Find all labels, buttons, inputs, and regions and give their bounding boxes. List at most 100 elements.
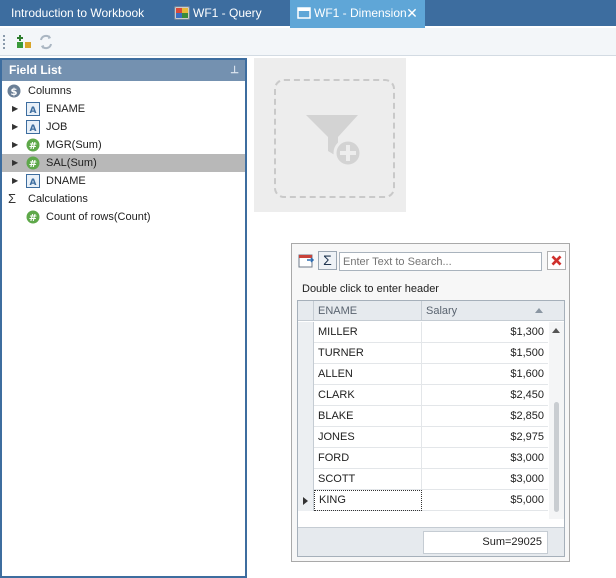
cell-ename[interactable]: MILLER: [314, 322, 422, 343]
table-row[interactable]: ALLEN $1,600: [298, 364, 548, 385]
expand-arrow-icon[interactable]: ▶: [12, 172, 18, 190]
table-row[interactable]: CLARK $2,450: [298, 385, 548, 406]
table-row[interactable]: BLAKE $2,850: [298, 406, 548, 427]
column-header-salary[interactable]: Salary: [422, 301, 548, 321]
sigma-icon: Σ: [8, 191, 17, 206]
number-field-icon: #: [26, 156, 40, 170]
tree-label: JOB: [46, 121, 68, 133]
field-item-mgr-sum[interactable]: ▶ # MGR(Sum): [2, 136, 245, 154]
export-icon[interactable]: [297, 251, 316, 270]
field-list-header: Field List ⊥: [2, 60, 245, 81]
tab-label: WF1 - Query: [193, 6, 262, 20]
svg-text:A: A: [30, 106, 37, 116]
cell-ename[interactable]: KING: [314, 490, 422, 511]
svg-text:#: #: [29, 213, 37, 224]
footer-summary-cell[interactable]: Sum=29025: [423, 531, 548, 554]
cell-salary[interactable]: $3,000: [422, 469, 548, 490]
current-row-pointer-icon: [303, 497, 308, 505]
field-list-panel: Field List ⊥ $ Columns ▶ A ENAME ▶ A JOB…: [0, 58, 247, 578]
filter-drop-card[interactable]: [254, 58, 406, 212]
table-row[interactable]: TURNER $1,500: [298, 343, 548, 364]
tree-group-columns[interactable]: $ Columns: [2, 82, 245, 100]
window-icon: [297, 7, 311, 19]
field-item-job[interactable]: ▶ A JOB: [2, 118, 245, 136]
column-header-ename[interactable]: ENAME: [314, 301, 422, 321]
row-indicator[interactable]: [298, 427, 314, 448]
table-row[interactable]: MILLER $1,300: [298, 322, 548, 343]
cell-ename[interactable]: SCOTT: [314, 469, 422, 490]
cell-salary[interactable]: $3,000: [422, 448, 548, 469]
cell-ename[interactable]: JONES: [314, 427, 422, 448]
cell-salary[interactable]: $5,000: [422, 490, 548, 511]
tree-label: SAL(Sum): [46, 157, 97, 169]
row-indicator[interactable]: [298, 490, 314, 511]
expand-arrow-icon[interactable]: ▶: [12, 136, 18, 154]
data-grid: ENAME Salary MILLER $1,300 TURNER $1,500…: [297, 300, 565, 557]
cell-salary[interactable]: $1,500: [422, 343, 548, 364]
document-tab-bar: Introduction to Workbook WF1 - Query WF1…: [0, 0, 616, 28]
add-field-icon[interactable]: [15, 33, 33, 51]
grid-body: MILLER $1,300 TURNER $1,500 ALLEN $1,600…: [298, 322, 548, 519]
expand-arrow-icon[interactable]: ▶: [12, 100, 18, 118]
field-item-sal-sum[interactable]: ▶ # SAL(Sum): [2, 154, 245, 172]
row-indicator[interactable]: [298, 406, 314, 427]
clear-search-icon[interactable]: [547, 251, 566, 270]
number-field-icon: #: [26, 210, 40, 224]
tab-wf1-dimension[interactable]: WF1 - Dimension ✕: [290, 0, 425, 28]
tab-label: Introduction to Workbook: [11, 6, 145, 20]
cell-salary[interactable]: $2,850: [422, 406, 548, 427]
grid-column-header: ENAME Salary: [298, 301, 564, 321]
cell-ename[interactable]: ALLEN: [314, 364, 422, 385]
toolbar-grip[interactable]: [3, 35, 6, 49]
row-indicator[interactable]: [298, 364, 314, 385]
tree-label: MGR(Sum): [46, 139, 102, 151]
table-row[interactable]: JONES $2,975: [298, 427, 548, 448]
table-row[interactable]: FORD $3,000: [298, 448, 548, 469]
field-item-count-of-rows[interactable]: # Count of rows(Count): [2, 208, 245, 226]
expand-arrow-icon[interactable]: ▶: [12, 154, 18, 172]
toolbar: [0, 28, 616, 56]
row-indicator[interactable]: [298, 469, 314, 490]
text-field-icon: A: [26, 120, 40, 134]
panel-title: Field List: [9, 63, 62, 77]
vertical-scrollbar[interactable]: [549, 322, 564, 519]
dollar-icon: $: [7, 84, 21, 98]
close-icon[interactable]: ✕: [405, 0, 419, 26]
cell-ename[interactable]: FORD: [314, 448, 422, 469]
svg-text:A: A: [30, 124, 37, 134]
row-indicator[interactable]: [298, 322, 314, 343]
add-filter-icon: [306, 115, 363, 168]
sigma-icon[interactable]: Σ: [318, 251, 337, 270]
table-row-current[interactable]: KING $5,000: [298, 490, 548, 511]
scroll-up-icon[interactable]: [552, 328, 560, 333]
cell-ename[interactable]: CLARK: [314, 385, 422, 406]
cell-salary[interactable]: $1,300: [422, 322, 548, 343]
cell-ename[interactable]: BLAKE: [314, 406, 422, 427]
svg-text:$: $: [11, 87, 18, 98]
svg-text:#: #: [29, 141, 37, 152]
row-indicator[interactable]: [298, 385, 314, 406]
search-input[interactable]: [339, 252, 542, 271]
tree-label: Columns: [28, 85, 72, 97]
field-item-dname[interactable]: ▶ A DNAME: [2, 172, 245, 190]
field-item-ename[interactable]: ▶ A ENAME: [2, 100, 245, 118]
filter-drop-zone[interactable]: [274, 79, 395, 198]
row-indicator[interactable]: [298, 448, 314, 469]
pin-icon[interactable]: ⊥: [230, 60, 239, 81]
cell-salary[interactable]: $2,450: [422, 385, 548, 406]
tree-group-calculations[interactable]: Σ Calculations: [2, 190, 245, 208]
cell-salary[interactable]: $2,975: [422, 427, 548, 448]
refresh-icon[interactable]: [37, 33, 55, 51]
expand-arrow-icon[interactable]: ▶: [12, 118, 18, 136]
cell-ename[interactable]: TURNER: [314, 343, 422, 364]
scrollbar-thumb[interactable]: [554, 402, 559, 512]
row-indicator[interactable]: [298, 343, 314, 364]
cell-salary[interactable]: $1,600: [422, 364, 548, 385]
row-indicator-header: [298, 301, 314, 321]
tab-introduction-to-workbook[interactable]: Introduction to Workbook: [0, 0, 163, 26]
text-field-icon: A: [26, 174, 40, 188]
table-row[interactable]: SCOTT $3,000: [298, 469, 548, 490]
grid-header-caption[interactable]: Double click to enter header: [302, 283, 439, 295]
tab-wf1-query[interactable]: WF1 - Query: [163, 0, 288, 26]
svg-text:#: #: [29, 159, 37, 170]
